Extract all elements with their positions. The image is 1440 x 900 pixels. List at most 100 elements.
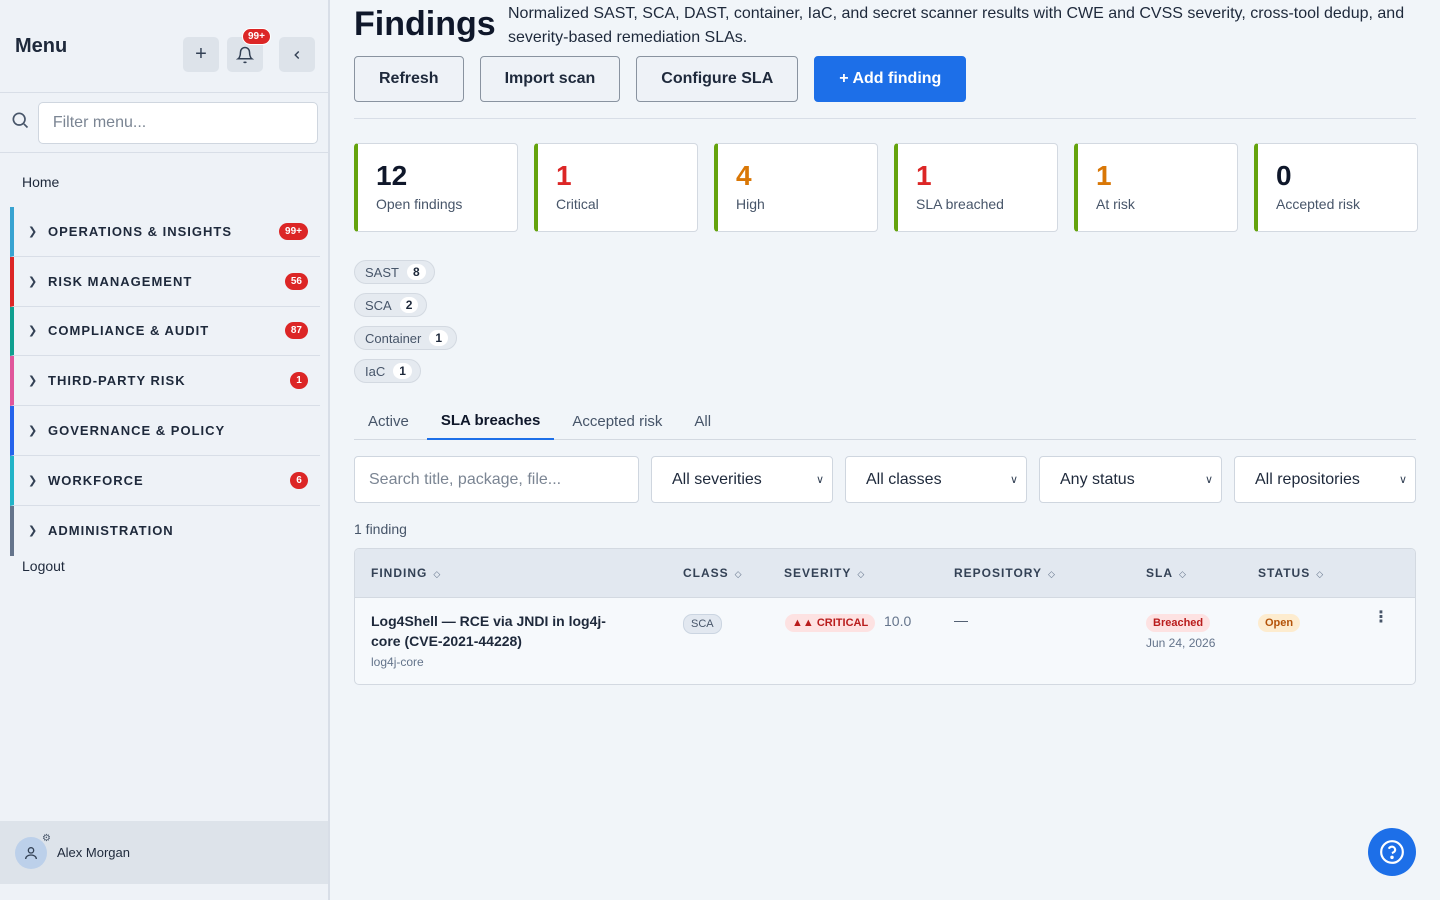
tab-all[interactable]: All bbox=[680, 402, 725, 440]
table-row[interactable]: Log4Shell — RCE via JNDI in log4j-core (… bbox=[355, 598, 1415, 684]
column-header-repository[interactable]: REPOSITORY ◇ bbox=[954, 566, 1055, 580]
plus-icon: + bbox=[195, 43, 207, 65]
status-select[interactable]: Any status ∨ bbox=[1039, 456, 1222, 503]
column-header-status[interactable]: STATUS ◇ bbox=[1258, 566, 1323, 580]
tab-active[interactable]: Active bbox=[354, 402, 423, 440]
chevron-right-icon: ❯ bbox=[28, 375, 38, 388]
stat-value: 12 bbox=[376, 160, 408, 191]
scanner-tag-iac[interactable]: IaC 1 bbox=[354, 359, 421, 383]
chevron-down-icon: ∨ bbox=[1204, 474, 1213, 486]
filter-bar: All severities ∨ All classes ∨ Any status ∨… bbox=[354, 456, 1416, 503]
scanner-tags: SAST 8 SCA 2 Container 1 IaC 1 bbox=[354, 260, 458, 392]
critical-icon: ▲▲ bbox=[792, 617, 817, 629]
user-icon bbox=[25, 846, 37, 859]
stat-card-high: 4 High bbox=[714, 143, 878, 232]
chevron-right-icon: ❯ bbox=[28, 474, 38, 487]
stat-value: 4 bbox=[736, 160, 752, 191]
user-name: Alex Morgan bbox=[57, 845, 130, 860]
add-finding-button[interactable]: + Add finding bbox=[814, 56, 967, 102]
severity-select[interactable]: All severities ∨ bbox=[651, 456, 833, 503]
column-header-finding[interactable]: FINDING ◇ bbox=[371, 566, 440, 580]
refresh-button[interactable]: Refresh bbox=[354, 56, 464, 102]
tab-sla-breaches[interactable]: SLA breaches bbox=[426, 402, 555, 440]
stat-value: 1 bbox=[1096, 160, 1112, 191]
chevron-down-icon: ∨ bbox=[1009, 474, 1018, 486]
sidebar-header: Menu + 99+ bbox=[0, 0, 328, 93]
import-scan-button[interactable]: Import scan bbox=[479, 56, 621, 102]
status-badge: Open bbox=[1258, 614, 1301, 632]
stats-row: 12 Open findings 1 Critical 4 High 1 SLA bre… bbox=[354, 143, 1418, 232]
nav-count-badge: 56 bbox=[284, 272, 308, 290]
scanner-tag-container[interactable]: Container 1 bbox=[354, 326, 458, 350]
select-value: All severities bbox=[672, 470, 762, 488]
column-header-class[interactable]: CLASS ◇ bbox=[683, 566, 742, 580]
nav-section-third-party-risk[interactable]: ❯ THIRD-PARTY RISK 1 bbox=[10, 356, 320, 407]
sort-icon: ◇ bbox=[1048, 569, 1055, 579]
select-value: All repositories bbox=[1255, 470, 1360, 488]
nav-section-workforce[interactable]: ❯ WORKFORCE 6 bbox=[10, 455, 320, 506]
nav-section-administration[interactable]: ❯ ADMINISTRATION bbox=[10, 505, 320, 556]
stat-label: SLA breached bbox=[916, 196, 1004, 212]
help-button[interactable] bbox=[1368, 828, 1416, 876]
stat-card-at-risk: 1 At risk bbox=[1074, 143, 1238, 232]
tag-label: SAST bbox=[365, 264, 399, 280]
nav-count-badge: 1 bbox=[290, 372, 308, 390]
nav-section-label: WORKFORCE bbox=[48, 472, 144, 488]
tag-count: 1 bbox=[393, 363, 412, 379]
class-badge: SCA bbox=[683, 614, 722, 634]
sort-icon: ◇ bbox=[1316, 569, 1324, 579]
scanner-tag-sca[interactable]: SCA 2 bbox=[354, 293, 428, 317]
user-profile[interactable]: ⚙ Alex Morgan bbox=[0, 821, 328, 884]
class-select[interactable]: All classes ∨ bbox=[845, 456, 1027, 503]
stat-label: High bbox=[736, 196, 765, 212]
select-value: Any status bbox=[1060, 470, 1135, 488]
nav-section-operations[interactable]: ❯ OPERATIONS & INSIGHTS 99+ bbox=[10, 207, 320, 257]
stat-card-accepted-risk: 0 Accepted risk bbox=[1254, 143, 1418, 232]
notification-badge: 99+ bbox=[242, 28, 271, 45]
nav-section-label: OPERATIONS & INSIGHTS bbox=[48, 223, 232, 239]
nav-count-badge: 87 bbox=[284, 322, 308, 340]
search-input[interactable] bbox=[354, 456, 639, 503]
nav-section-governance[interactable]: ❯ GOVERNANCE & POLICY bbox=[10, 406, 320, 456]
more-actions-icon[interactable]: ⋮ bbox=[1373, 610, 1389, 626]
help-icon bbox=[1380, 840, 1404, 864]
nav-section-label: ADMINISTRATION bbox=[48, 523, 174, 539]
cvss-score: 10.0 bbox=[884, 613, 912, 629]
table-header: FINDING ◇ CLASS ◇ SEVERITY ◇ REPOSITORY ◇ SL… bbox=[355, 549, 1415, 598]
tag-label: SCA bbox=[365, 297, 392, 313]
severity-badge: ▲▲ CRITICAL bbox=[785, 614, 876, 632]
finding-title[interactable]: Log4Shell — RCE via JNDI in log4j-core (… bbox=[371, 611, 631, 651]
tag-count: 1 bbox=[429, 330, 449, 346]
chevron-right-icon: ❯ bbox=[28, 325, 38, 338]
nav-count-badge: 6 bbox=[290, 471, 308, 489]
column-header-sla[interactable]: SLA ◇ bbox=[1146, 566, 1186, 580]
nav-home[interactable]: Home bbox=[22, 174, 59, 190]
nav-section-compliance[interactable]: ❯ COMPLIANCE & AUDIT 87 bbox=[10, 306, 320, 357]
nav-section-risk-management[interactable]: ❯ RISK MANAGEMENT 56 bbox=[10, 256, 320, 307]
filter-menu-input[interactable] bbox=[37, 101, 318, 144]
nav-count-badge: 99+ bbox=[279, 222, 308, 240]
search-icon bbox=[10, 110, 32, 135]
stat-label: Accepted risk bbox=[1276, 196, 1361, 212]
nav-section-label: COMPLIANCE & AUDIT bbox=[48, 323, 210, 339]
nav-logout[interactable]: Logout bbox=[22, 558, 65, 574]
column-header-severity[interactable]: SEVERITY ◇ bbox=[784, 566, 864, 580]
tag-label: IaC bbox=[365, 363, 386, 379]
tab-accepted-risk[interactable]: Accepted risk bbox=[558, 402, 676, 440]
add-button[interactable]: + bbox=[183, 37, 219, 72]
chevron-right-icon: ❯ bbox=[28, 225, 38, 238]
gear-icon: ⚙ bbox=[42, 832, 51, 844]
stat-card-critical: 1 Critical bbox=[534, 143, 698, 232]
scanner-tag-sast[interactable]: SAST 8 bbox=[354, 260, 435, 284]
stat-value: 0 bbox=[1276, 160, 1292, 191]
stat-value: 1 bbox=[556, 160, 572, 191]
chevron-down-icon: ∨ bbox=[1398, 474, 1407, 486]
sort-icon: ◇ bbox=[734, 569, 742, 579]
repository-value: — bbox=[954, 612, 968, 628]
configure-sla-button[interactable]: Configure SLA bbox=[636, 56, 799, 102]
chevron-right-icon: ❯ bbox=[28, 425, 38, 438]
stat-card-open: 12 Open findings bbox=[354, 143, 518, 232]
repository-select[interactable]: All repositories ∨ bbox=[1234, 456, 1416, 503]
collapse-sidebar-button[interactable] bbox=[279, 37, 315, 72]
avatar: ⚙ bbox=[15, 833, 51, 869]
